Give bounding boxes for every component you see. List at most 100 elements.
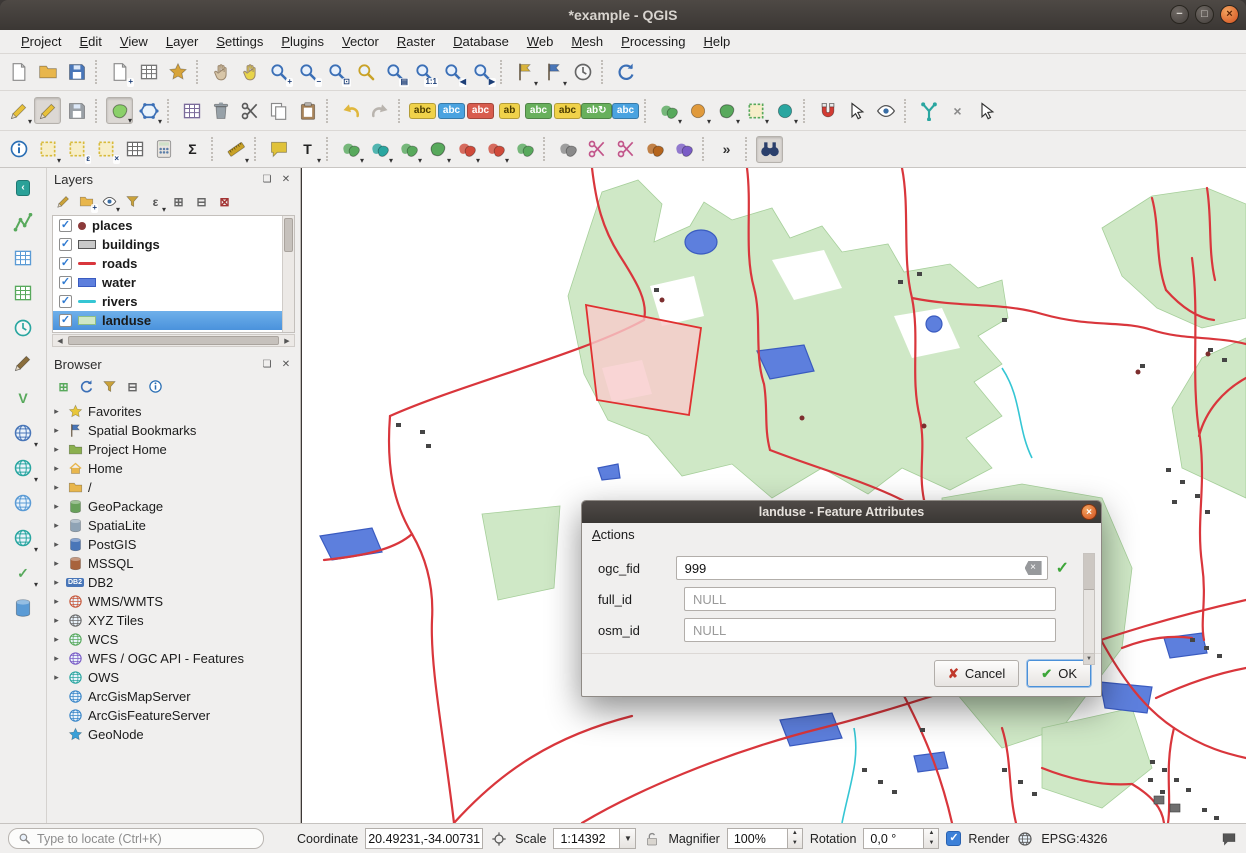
browser-item-wms-wmts[interactable]: ▸WMS/WMTS xyxy=(51,592,300,611)
globe-view-tool-button[interactable] xyxy=(8,489,38,517)
modify-attributes-selected-button[interactable] xyxy=(178,97,205,124)
browser-item-geonode[interactable]: GeoNode xyxy=(51,725,300,744)
scroll-down-icon[interactable]: ▼ xyxy=(1084,653,1094,664)
close-button[interactable]: × xyxy=(1220,5,1239,24)
select-by-value-button[interactable]: ε xyxy=(63,136,90,163)
expand-arrow-icon[interactable]: ▸ xyxy=(51,539,62,550)
browser-item-favorites[interactable]: ▸Favorites xyxy=(51,402,300,421)
full-id-input[interactable] xyxy=(684,587,1056,611)
cancel-button[interactable]: ✘ Cancel xyxy=(934,660,1019,687)
web-services-tool-button[interactable]: ▾ xyxy=(8,454,38,482)
expand-all-button[interactable]: ⊞ xyxy=(168,191,189,212)
map-tips-button[interactable] xyxy=(265,136,292,163)
layer-item-landuse[interactable]: ✓landuse xyxy=(53,311,294,330)
temporal-controller-panel-button[interactable] xyxy=(569,59,596,86)
browser-item-geopackage[interactable]: ▸GeoPackage xyxy=(51,497,300,516)
more-toolbars-button[interactable]: » xyxy=(713,136,740,163)
shape-digitizing-button[interactable]: ▾ xyxy=(742,97,769,124)
toggle-panel-visibility-button[interactable]: ‹ xyxy=(8,174,38,202)
pin-unpin-labels-button[interactable]: ab xyxy=(496,97,523,124)
copy-features-button[interactable] xyxy=(265,97,292,124)
zoom-next-button[interactable]: ▶ xyxy=(468,59,495,86)
browser-item-spatialite[interactable]: ▸SpatiaLite xyxy=(51,516,300,535)
browser-item-arcgismapserver[interactable]: ArcGisMapServer xyxy=(51,687,300,706)
browser-item-wfs-ogc-api-features[interactable]: ▸WFS / OGC API - Features xyxy=(51,649,300,668)
filter-browser-button[interactable] xyxy=(99,376,120,397)
identify-features-button[interactable] xyxy=(5,136,32,163)
browser-item-ows[interactable]: ▸OWS xyxy=(51,668,300,687)
rotation-value[interactable]: 0,0 ° xyxy=(863,828,923,849)
scroll-right-icon[interactable]: ▶ xyxy=(280,335,294,346)
layer-item-places[interactable]: ✓places xyxy=(53,216,294,235)
expand-arrow-icon[interactable]: ▸ xyxy=(51,482,62,493)
expand-arrow-icon[interactable]: ▸ xyxy=(51,463,62,474)
spin-down-icon[interactable]: ▼ xyxy=(788,839,802,849)
menu-database[interactable]: Database xyxy=(444,31,518,52)
layer-diagram-options-button[interactable]: abc xyxy=(438,97,465,124)
redo-button[interactable] xyxy=(366,97,393,124)
advanced-digitizing-tools-button[interactable]: ▾ xyxy=(771,97,798,124)
browser-properties-button[interactable] xyxy=(145,376,166,397)
move-feature-button[interactable]: ▾ xyxy=(713,97,740,124)
elevation-profile-tool-button[interactable] xyxy=(8,209,38,237)
browser-item-mssql[interactable]: ▸MSSQL xyxy=(51,554,300,573)
close-panel-button[interactable]: ✕ xyxy=(279,172,293,186)
layer-visibility-checkbox[interactable]: ✓ xyxy=(59,276,72,289)
vertex-tool-button[interactable]: ▾ xyxy=(135,97,162,124)
browser-item-xyz-tiles[interactable]: ▸XYZ Tiles xyxy=(51,611,300,630)
dialog-menu-actions[interactable]: Actions xyxy=(592,527,635,542)
expand-arrow-icon[interactable]: ▸ xyxy=(51,558,62,569)
stream-digitizing-button[interactable] xyxy=(915,97,942,124)
dissolve-features-button[interactable]: ▾ xyxy=(482,136,509,163)
browser-item-db2[interactable]: ▸DB2DB2 xyxy=(51,573,300,592)
menu-layer[interactable]: Layer xyxy=(157,31,208,52)
filter-by-expression-button[interactable]: ε▾ xyxy=(145,191,166,212)
change-label-properties-button[interactable]: abc xyxy=(612,97,639,124)
save-project-button[interactable] xyxy=(63,59,90,86)
save-layer-edits-button[interactable] xyxy=(63,97,90,124)
paste-features-button[interactable] xyxy=(294,97,321,124)
zoom-full-extent-button[interactable]: ⊡ xyxy=(323,59,350,86)
undo-button[interactable] xyxy=(337,97,364,124)
menu-project[interactable]: Project xyxy=(12,31,70,52)
layer-item-rivers[interactable]: ✓rivers xyxy=(53,292,294,311)
scale-feature-button[interactable]: ▾ xyxy=(684,97,711,124)
collapse-all-browser-button[interactable]: ⊟ xyxy=(122,376,143,397)
toggle-editing-button[interactable] xyxy=(34,97,61,124)
rotate-point-symbols-button[interactable] xyxy=(641,136,668,163)
close-panel-button[interactable]: ✕ xyxy=(279,357,293,371)
map-canvas[interactable]: landuse - Feature Attributes × Actions o… xyxy=(302,168,1246,823)
layer-item-buildings[interactable]: ✓buildings xyxy=(53,235,294,254)
expand-arrow-icon[interactable]: ▸ xyxy=(51,444,62,455)
float-panel-button[interactable]: ❏ xyxy=(260,172,274,186)
add-basemap-tool-button[interactable]: ▾ xyxy=(8,419,38,447)
search-features-button[interactable] xyxy=(756,136,783,163)
spin-down-icon[interactable]: ▼ xyxy=(924,839,938,849)
expand-arrow-icon[interactable]: ▸ xyxy=(51,634,62,645)
zoom-to-layer-button[interactable]: ▤ xyxy=(381,59,408,86)
open-project-button[interactable] xyxy=(34,59,61,86)
temporal-tool-button[interactable] xyxy=(8,314,38,342)
browser-item-[interactable]: ▸/ xyxy=(51,478,300,497)
text-annotation-button[interactable]: T▾ xyxy=(294,136,321,163)
render-checkbox[interactable]: ✓ xyxy=(946,831,961,846)
browser-item-home[interactable]: ▸Home xyxy=(51,459,300,478)
add-selected-layers-button[interactable]: ⊞ xyxy=(53,376,74,397)
magnifier-value[interactable]: 100% xyxy=(727,828,787,849)
expand-arrow-icon[interactable]: ▸ xyxy=(51,520,62,531)
expand-arrow-icon[interactable]: ▸ xyxy=(51,596,62,607)
scale-combobox[interactable]: 1:14392 ▼ xyxy=(553,828,636,849)
minimize-button[interactable]: − xyxy=(1170,5,1189,24)
zoom-in-button[interactable]: + xyxy=(265,59,292,86)
dialog-titlebar[interactable]: landuse - Feature Attributes × xyxy=(582,501,1101,523)
browser-item-project-home[interactable]: ▸Project Home xyxy=(51,440,300,459)
dialog-close-button[interactable]: × xyxy=(1081,504,1097,520)
statistical-summary-button[interactable]: Σ xyxy=(179,136,206,163)
digitize-with-segment-button[interactable]: ▾ xyxy=(106,97,133,124)
buffer-features-button[interactable]: ▾ xyxy=(424,136,451,163)
scrollbar-thumb[interactable] xyxy=(68,336,279,345)
show-hide-labels-button[interactable]: abc xyxy=(525,97,552,124)
union-features-button[interactable]: ▾ xyxy=(395,136,422,163)
georeferencer-tool-button[interactable] xyxy=(8,244,38,272)
select-features-button[interactable]: ▾ xyxy=(34,136,61,163)
